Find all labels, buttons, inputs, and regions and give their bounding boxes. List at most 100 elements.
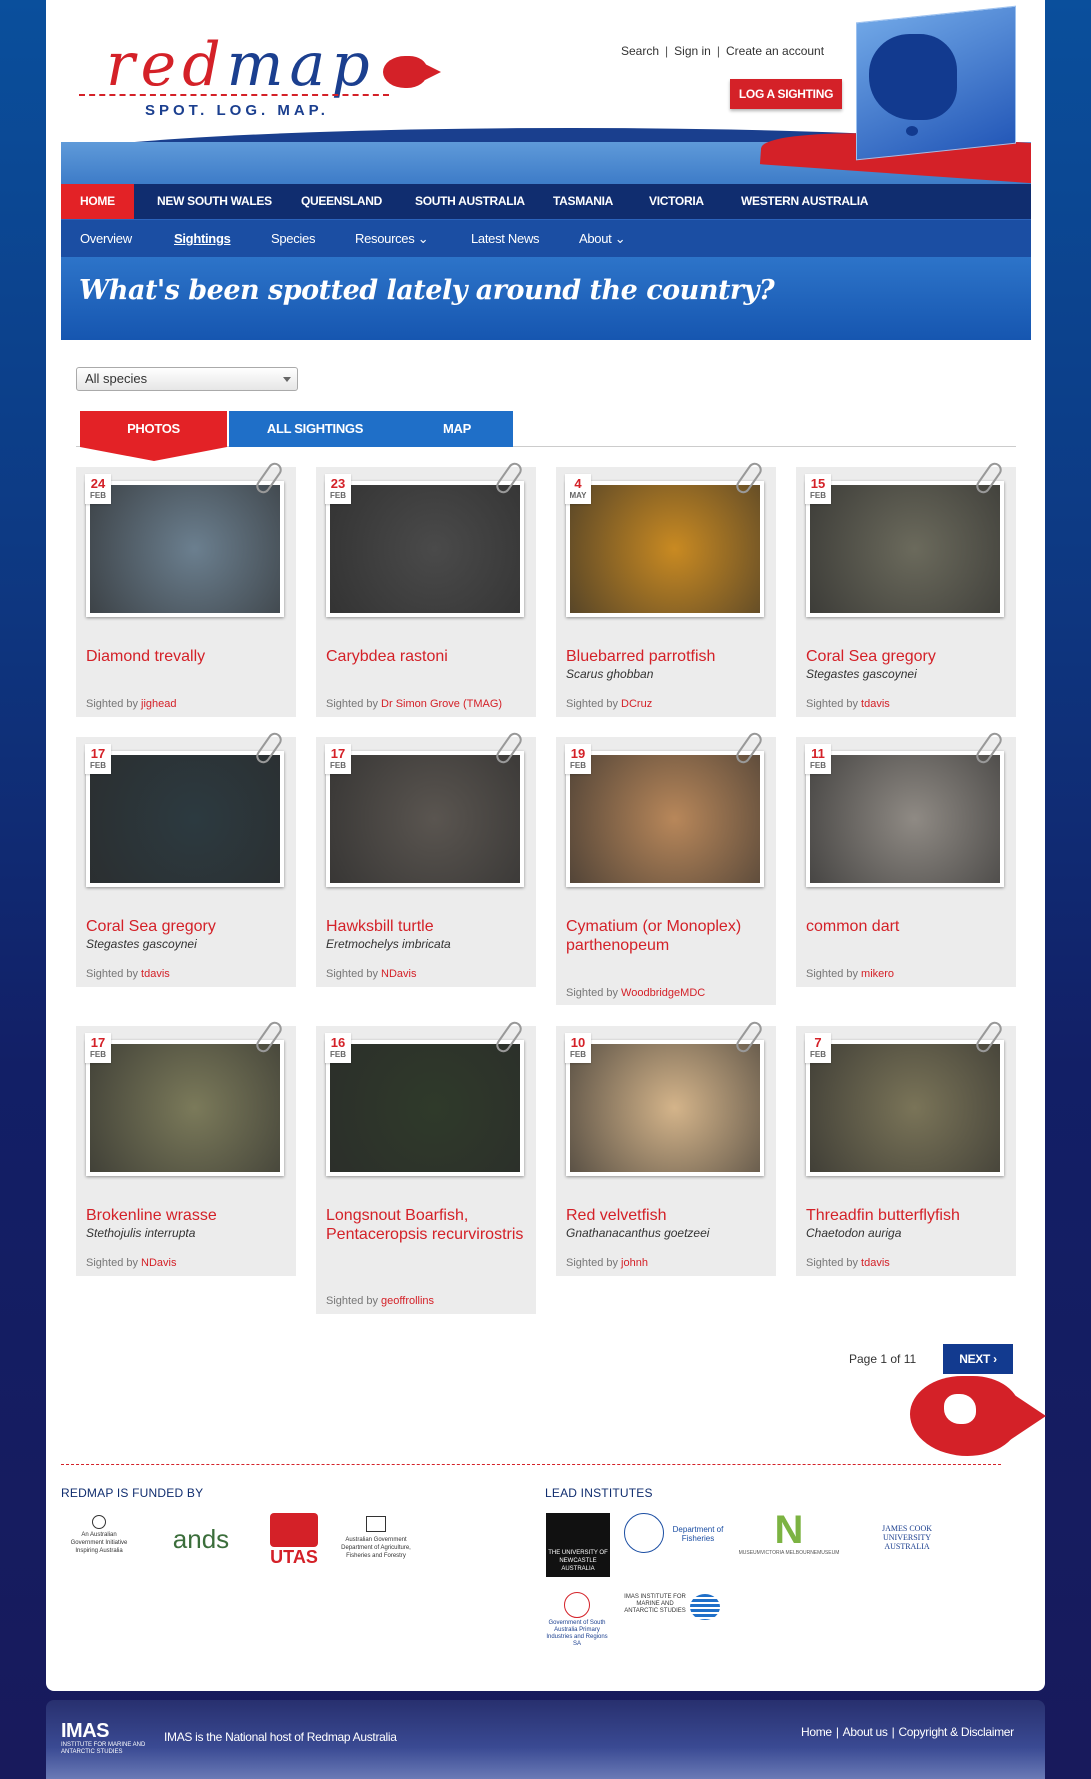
nav-south-australia[interactable]: SOUTH AUSTRALIA xyxy=(415,184,525,219)
sighting-photo[interactable] xyxy=(86,751,284,887)
date-day: 15 xyxy=(810,476,826,491)
species-name-link[interactable]: Coral Sea gregory xyxy=(806,647,1006,666)
date-day: 11 xyxy=(811,746,825,761)
sighting-card[interactable]: 17 FEB Brokenline wrasse Stethojulis interr… xyxy=(76,1019,296,1276)
sign-in-link[interactable]: Sign in xyxy=(674,44,711,58)
subnav-latest-news[interactable]: Latest News xyxy=(471,220,540,258)
sighting-photo[interactable] xyxy=(566,481,764,617)
date-day: 17 xyxy=(90,746,106,761)
user-link[interactable]: DCruz xyxy=(621,698,652,710)
user-link[interactable]: tdavis xyxy=(861,698,890,710)
nav-home[interactable]: HOME xyxy=(61,184,134,219)
sighting-card[interactable]: 7 FEB Threadfin butterflyfish Chaetodon aur… xyxy=(796,1019,1016,1276)
tab-map[interactable]: MAP xyxy=(401,411,513,447)
nav-new-south-wales[interactable]: NEW SOUTH WALES xyxy=(157,184,272,219)
footer-about-link[interactable]: About us xyxy=(843,1725,888,1739)
sighting-card[interactable]: 23 FEB Carybdea rastoni Sighted by Dr Simon… xyxy=(316,460,536,717)
species-name-link[interactable]: Longsnout Boarfish, Pentaceropsis recurv… xyxy=(326,1206,526,1244)
species-name-link[interactable]: Coral Sea gregory xyxy=(86,917,286,936)
sighting-photo[interactable] xyxy=(326,1040,524,1176)
nav-tasmania[interactable]: TASMANIA xyxy=(553,184,613,219)
sighting-image xyxy=(570,755,760,883)
sighting-photo[interactable] xyxy=(566,1040,764,1176)
user-link[interactable]: geoffrollins xyxy=(381,1295,434,1307)
sighting-photo[interactable] xyxy=(806,1040,1004,1176)
sighting-photo[interactable] xyxy=(326,481,524,617)
sighting-card[interactable]: 19 FEB Cymatium (or Monoplex) parthenopeum… xyxy=(556,730,776,1005)
species-name-link[interactable]: common dart xyxy=(806,917,1006,936)
nav-victoria[interactable]: VICTORIA xyxy=(649,184,704,219)
species-name-link[interactable]: Bluebarred parrotfish xyxy=(566,647,766,666)
species-name-link[interactable]: Diamond trevally xyxy=(86,647,286,666)
user-link[interactable]: WoodbridgeMDC xyxy=(621,987,705,999)
date-day: 17 xyxy=(330,746,346,761)
newcastle-logo[interactable]: THE UNIVERSITY OF NEWCASTLE AUSTRALIA xyxy=(546,1513,610,1577)
sighting-card[interactable]: 16 FEB Longsnout Boarfish, Pentaceropsis r… xyxy=(316,1019,536,1314)
ands-logo[interactable]: ands xyxy=(156,1524,246,1555)
daff-logo[interactable]: Australian Government Department of Agri… xyxy=(336,1516,416,1560)
species-name-link[interactable]: Hawksbill turtle xyxy=(326,917,526,936)
date-month: MAY xyxy=(569,491,587,500)
species-name-link[interactable]: Threadfin butterflyfish xyxy=(806,1206,1006,1225)
footer-copyright-link[interactable]: Copyright & Disclaimer xyxy=(898,1725,1014,1739)
user-link[interactable]: NDavis xyxy=(381,968,416,980)
sighting-card[interactable]: 15 FEB Coral Sea gregory Stegastes gascoyne… xyxy=(796,460,1016,717)
sighted-by-label: Sighted by xyxy=(806,968,858,980)
subnav-sightings[interactable]: Sightings xyxy=(174,220,231,258)
sighting-card[interactable]: 4 MAY Bluebarred parrotfish Scarus ghobban S… xyxy=(556,460,776,717)
user-link[interactable]: johnh xyxy=(621,1257,648,1269)
species-name-link[interactable]: Cymatium (or Monoplex) parthenopeum xyxy=(566,917,766,955)
sighted-by: Sighted by mikero xyxy=(806,968,894,980)
user-link[interactable]: Dr Simon Grove (TMAG) xyxy=(381,698,502,710)
scientific-name: Stethojulis interrupta xyxy=(86,1226,196,1240)
sighting-photo[interactable] xyxy=(326,751,524,887)
fisheries-logo[interactable]: Department of Fisheries xyxy=(624,1513,726,1553)
pirsa-logo[interactable]: Government of South Australia Primary In… xyxy=(546,1592,608,1648)
sighting-photo[interactable] xyxy=(566,751,764,887)
imas-footer-logo[interactable]: IMAS INSTITUTE FOR MARINE AND ANTARCTIC … xyxy=(620,1594,720,1620)
create-account-link[interactable]: Create an account xyxy=(726,44,824,58)
utas-logo[interactable]: UTAS xyxy=(266,1513,322,1571)
species-name-link[interactable]: Carybdea rastoni xyxy=(326,647,526,666)
search-link[interactable]: Search xyxy=(621,44,659,58)
sighting-photo[interactable] xyxy=(806,751,1004,887)
sighting-card[interactable]: 10 FEB Red velvetfish Gnathanacanthus goetz… xyxy=(556,1019,776,1276)
user-link[interactable]: NDavis xyxy=(141,1257,176,1269)
user-link[interactable]: tdavis xyxy=(861,1257,890,1269)
imas-logo[interactable]: IMAS xyxy=(61,1720,110,1743)
sighting-card[interactable]: 24 FEB Diamond trevally Sighted by jighead xyxy=(76,460,296,717)
sighting-photo[interactable] xyxy=(86,481,284,617)
species-filter-select[interactable]: All species xyxy=(76,367,298,391)
user-link[interactable]: jighead xyxy=(141,698,176,710)
redmap-logo[interactable]: redmap xyxy=(106,30,376,100)
subnav-resources[interactable]: Resources ⌄ xyxy=(355,220,429,258)
about-label: About xyxy=(579,231,612,246)
subnav-overview[interactable]: Overview xyxy=(80,220,132,258)
nav-western-australia[interactable]: WESTERN AUSTRALIA xyxy=(741,184,868,219)
sighting-photo[interactable] xyxy=(806,481,1004,617)
subnav-about[interactable]: About ⌄ xyxy=(579,220,626,258)
date-day: 7 xyxy=(814,1035,822,1050)
species-name-link[interactable]: Brokenline wrasse xyxy=(86,1206,286,1225)
next-page-button[interactable]: NEXT › xyxy=(943,1344,1013,1374)
sighting-card[interactable]: 17 FEB Coral Sea gregory Stegastes gascoyne… xyxy=(76,730,296,987)
log-sighting-button[interactable]: LOG A SIGHTING xyxy=(730,79,842,109)
jcu-logo[interactable]: JAMES COOK UNIVERSITY AUSTRALIA xyxy=(862,1524,952,1551)
sighting-card[interactable]: 11 FEB common dart Sighted by mikero xyxy=(796,730,1016,987)
tab-all-sightings[interactable]: ALL SIGHTINGS xyxy=(229,411,401,447)
user-link[interactable]: mikero xyxy=(861,968,894,980)
dropdown-arrow-icon xyxy=(283,377,291,382)
date-month: FEB xyxy=(810,491,826,500)
nav-queensland[interactable]: QUEENSLAND xyxy=(301,184,382,219)
footer-home-link[interactable]: Home xyxy=(801,1725,832,1739)
tab-photos[interactable]: PHOTOS xyxy=(80,411,227,461)
sighting-photo[interactable] xyxy=(86,1040,284,1176)
user-link[interactable]: tdavis xyxy=(141,968,170,980)
species-name-link[interactable]: Red velvetfish xyxy=(566,1206,766,1225)
museum-victoria-logo[interactable]: N MUSEUMVICTORIA MELBOURNEMUSEUM xyxy=(737,1510,841,1566)
inspiring-australia-logo[interactable]: An Australian Government Initiative Insp… xyxy=(64,1515,134,1555)
date-badge: 7 FEB xyxy=(805,1033,831,1063)
sighting-card[interactable]: 17 FEB Hawksbill turtle Eretmochelys imbric… xyxy=(316,730,536,987)
subnav-species[interactable]: Species xyxy=(271,220,315,258)
date-day: 19 xyxy=(570,746,586,761)
